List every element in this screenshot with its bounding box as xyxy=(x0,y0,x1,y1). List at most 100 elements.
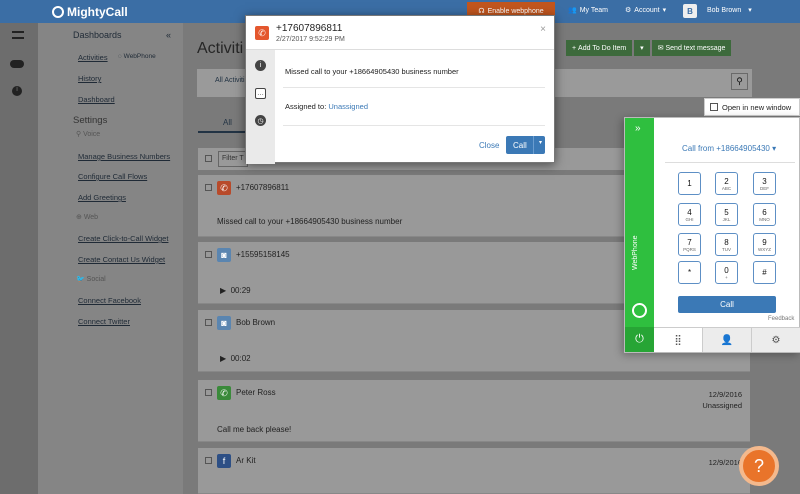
activity-card[interactable]: ◙ +15595158145 ▶ 00:29 xyxy=(198,242,628,304)
activity-name[interactable]: +15595158145 xyxy=(236,250,290,259)
activity-card[interactable]: ✆ Peter Ross Call me back please! xyxy=(198,380,628,442)
activity-name[interactable]: Peter Ross xyxy=(236,388,276,397)
popup-caller-number[interactable]: +17607896811 xyxy=(276,23,342,34)
webphone-call-button[interactable]: Call xyxy=(678,296,776,313)
filter-button[interactable]: Filter T xyxy=(218,151,248,167)
call-button-label: Call xyxy=(513,140,527,150)
key-digit: * xyxy=(687,268,692,277)
power-icon[interactable]: ⏻ xyxy=(625,327,654,352)
activity-name[interactable]: +17607896811 xyxy=(236,183,289,192)
sidebar-item-connect-twitter[interactable]: Connect Twitter xyxy=(78,317,130,326)
sidebar-item-connect-facebook[interactable]: Connect Facebook xyxy=(78,296,141,305)
send-text-button[interactable]: ✉ Send text message xyxy=(651,40,732,56)
tab-all-activities[interactable]: All Activiti xyxy=(215,77,245,84)
sidebar-item-configure-call-flows[interactable]: Configure Call Flows xyxy=(78,172,147,181)
call-button[interactable]: Call ▾ xyxy=(506,136,545,154)
message-icon: ✉ xyxy=(657,45,666,52)
assigned-label: Assigned to: xyxy=(285,102,327,111)
settings-icon[interactable]: ⚙ xyxy=(752,328,800,352)
dial-key-3[interactable]: 3 DEF xyxy=(753,172,776,195)
close-button[interactable]: Close xyxy=(479,141,499,150)
add-todo-dropdown[interactable]: ▾ xyxy=(634,40,650,56)
dial-key-hash[interactable]: # xyxy=(753,261,776,284)
enable-webphone-label: Enable webphone xyxy=(487,7,544,15)
headset-icon xyxy=(632,303,647,318)
call-from-selector[interactable]: Call from +18664905430 ▾ xyxy=(682,144,776,153)
play-icon[interactable]: ▶ xyxy=(220,286,226,295)
recording-player[interactable]: ▶ 00:02 xyxy=(220,354,251,363)
missed-call-popup: ✆ +17607896811 2/27/2017 9:52:29 PM × i … xyxy=(245,15,555,164)
dial-key-1[interactable]: 1 xyxy=(678,172,701,195)
keypad-icon[interactable]: ⣿ xyxy=(654,328,703,352)
sidebar-item-history[interactable]: History xyxy=(78,74,101,83)
dial-key-star[interactable]: * xyxy=(678,261,701,284)
key-digit: 3 xyxy=(762,176,767,186)
key-letters: PQRS xyxy=(683,246,696,252)
logo-icon xyxy=(52,6,64,18)
dial-key-8[interactable]: 8 TUV xyxy=(715,233,738,256)
select-all-checkbox[interactable] xyxy=(205,155,212,162)
dial-key-0[interactable]: 0 + xyxy=(715,261,738,284)
info-icon[interactable]: i xyxy=(255,60,266,71)
dial-key-9[interactable]: 9 WXYZ xyxy=(753,233,776,256)
account-menu[interactable]: ⚙ Account ▾ xyxy=(625,6,667,15)
recording-player[interactable]: ▶ 00:29 xyxy=(220,286,251,295)
assignee-link[interactable]: Unassigned xyxy=(328,102,368,111)
add-todo-button[interactable]: + Add To Do Item xyxy=(566,40,633,56)
comment-icon[interactable]: … xyxy=(255,88,266,99)
key-digit: 1 xyxy=(687,179,692,188)
collapse-sidebar-icon[interactable]: « xyxy=(166,30,171,40)
dial-key-6[interactable]: 6 MNO xyxy=(753,203,776,226)
close-icon[interactable]: × xyxy=(540,24,546,35)
sidebar-item-click-to-call[interactable]: Create Click-to-Call Widget xyxy=(78,234,168,243)
avatar[interactable]: B xyxy=(683,4,697,18)
help-button[interactable]: ? xyxy=(739,446,779,486)
activity-card[interactable]: ✆ +17607896811 Missed call to your +1866… xyxy=(198,175,628,237)
sidebar-item-dashboard[interactable]: Dashboard xyxy=(78,95,115,104)
user-menu[interactable]: Bob Brown ▾ xyxy=(707,6,752,15)
dial-key-7[interactable]: 7 PQRS xyxy=(678,233,701,256)
contacts-icon[interactable]: 👤 xyxy=(703,328,752,352)
chevron-down-icon[interactable]: ▾ xyxy=(539,139,542,146)
search-icon[interactable]: ⚲ xyxy=(731,73,748,90)
clock-icon[interactable]: ◷ xyxy=(255,115,266,126)
open-new-window-button[interactable]: Open in new window xyxy=(704,98,800,116)
chevron-down-icon: ▾ xyxy=(772,144,777,153)
facebook-icon: f xyxy=(217,454,231,468)
sidebar-item-activities[interactable]: Activities xyxy=(78,53,108,62)
activity-checkbox[interactable] xyxy=(205,389,212,396)
play-icon[interactable]: ▶ xyxy=(220,354,226,363)
activity-assignee: Unassigned xyxy=(702,401,742,410)
activity-checkbox[interactable] xyxy=(205,319,212,326)
dial-key-5[interactable]: 5 JKL xyxy=(715,203,738,226)
key-digit: 8 xyxy=(724,237,729,247)
activity-name[interactable]: Ar Kit xyxy=(236,456,256,465)
activity-date: 12/9/2016 xyxy=(708,390,742,399)
feedback-link[interactable]: Feedback xyxy=(768,316,794,322)
activity-card[interactable]: f Ar Kit xyxy=(198,448,628,494)
chevron-down-icon: ▾ xyxy=(662,7,667,14)
popup-header: ✆ +17607896811 2/27/2017 9:52:29 PM × xyxy=(246,16,554,50)
sidebar-item-add-greetings[interactable]: Add Greetings xyxy=(78,193,126,202)
toggle-icon[interactable] xyxy=(10,60,24,68)
key-digit: 5 xyxy=(724,207,729,217)
dial-key-4[interactable]: 4 GHI xyxy=(678,203,701,226)
my-team-link[interactable]: 👥 My Team xyxy=(568,6,608,15)
activity-checkbox[interactable] xyxy=(205,457,212,464)
tab-all[interactable]: All xyxy=(223,118,232,127)
voice-label: Voice xyxy=(83,131,101,138)
info-icon[interactable]: i xyxy=(12,86,22,96)
activity-name[interactable]: Bob Brown xyxy=(236,318,275,327)
gear-icon: ⚙ xyxy=(625,7,632,14)
activity-card[interactable]: ◙ Bob Brown ▶ 00:02 xyxy=(198,310,628,372)
sidebar-item-manage-numbers[interactable]: Manage Business Numbers xyxy=(78,152,170,161)
activity-checkbox[interactable] xyxy=(205,184,212,191)
sidebar-item-webphone[interactable]: ◌ WebPhone xyxy=(118,53,156,60)
menu-icon[interactable] xyxy=(12,31,24,39)
key-letters: TUV xyxy=(722,246,731,252)
dial-key-2[interactable]: 2 ABC xyxy=(715,172,738,195)
sidebar-item-contact-us[interactable]: Create Contact Us Widget xyxy=(78,255,165,264)
activity-checkbox[interactable] xyxy=(205,251,212,258)
collapse-webphone-icon[interactable]: » xyxy=(635,123,641,134)
app-logo[interactable]: MightyCall xyxy=(52,5,128,19)
